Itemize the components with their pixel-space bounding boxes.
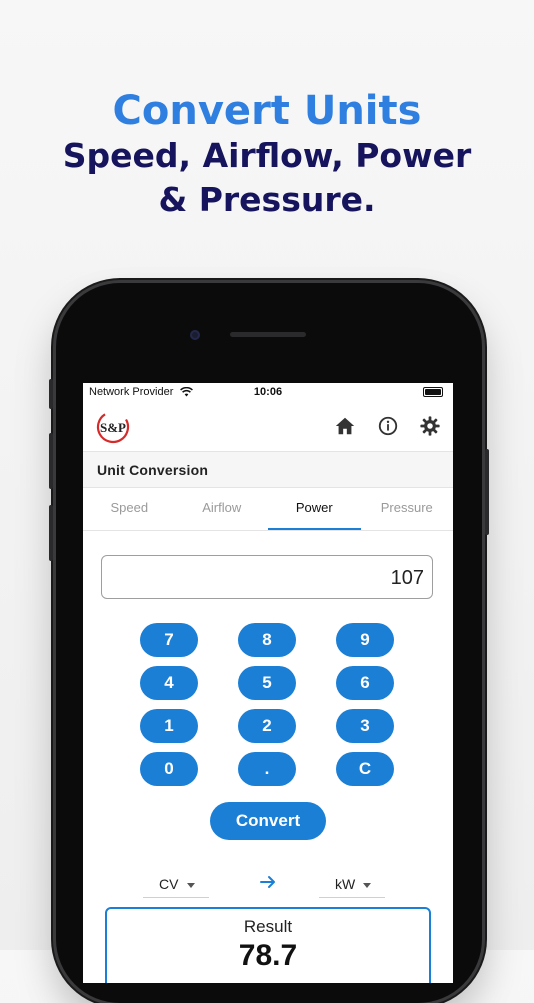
- front-camera: [190, 330, 200, 340]
- marketing-headline: Convert Units Speed, Airflow, Power & Pr…: [0, 88, 534, 222]
- key-decimal[interactable]: .: [238, 752, 296, 786]
- clock: 10:06: [253, 386, 283, 398]
- section-title: Unit Conversion: [97, 462, 209, 478]
- key-4[interactable]: 4: [140, 666, 198, 700]
- result-value: 78.7: [238, 939, 298, 972]
- app-screen: Network Provider 10:06 S&P Unit Conversi…: [83, 383, 453, 983]
- battery-icon: [423, 387, 443, 397]
- caret-down-icon: [187, 883, 195, 888]
- phone-frame: Network Provider 10:06 S&P Unit Conversi…: [49, 283, 489, 1003]
- tab-speed[interactable]: Speed: [83, 488, 176, 530]
- from-unit-select[interactable]: CV: [143, 873, 209, 898]
- key-7[interactable]: 7: [140, 623, 198, 657]
- unit-type-tabs: Speed Airflow Power Pressure: [83, 488, 453, 531]
- to-unit-value: kW: [335, 876, 356, 892]
- tab-airflow[interactable]: Airflow: [176, 488, 269, 530]
- tab-power[interactable]: Power: [268, 488, 361, 530]
- info-icon[interactable]: [377, 415, 399, 437]
- sp-logo: S&P: [96, 410, 130, 444]
- volume-down-button: [49, 505, 53, 561]
- home-icon[interactable]: [334, 415, 356, 437]
- power-button: [485, 449, 489, 535]
- key-6[interactable]: 6: [336, 666, 394, 700]
- result-label: Result: [243, 917, 293, 936]
- result-box: Result 78.7: [105, 907, 431, 983]
- key-1[interactable]: 1: [140, 709, 198, 743]
- headline-line-1: Convert Units: [112, 88, 422, 134]
- to-unit-select[interactable]: kW: [319, 873, 385, 898]
- value-input[interactable]: 107: [101, 555, 433, 599]
- caret-down-icon: [363, 883, 371, 888]
- key-9[interactable]: 9: [336, 623, 394, 657]
- mute-switch: [49, 379, 53, 409]
- volume-up-button: [49, 433, 53, 489]
- key-0[interactable]: 0: [140, 752, 198, 786]
- section-title-bar: Unit Conversion: [83, 452, 453, 488]
- key-2[interactable]: 2: [238, 709, 296, 743]
- tab-pressure[interactable]: Pressure: [361, 488, 454, 530]
- key-5[interactable]: 5: [238, 666, 296, 700]
- convert-button[interactable]: Convert: [210, 802, 326, 840]
- svg-text:S&P: S&P: [100, 420, 126, 435]
- key-3[interactable]: 3: [336, 709, 394, 743]
- arrow-right-icon: [260, 876, 275, 888]
- key-clear[interactable]: C: [336, 752, 394, 786]
- from-unit-value: CV: [159, 876, 179, 892]
- key-8[interactable]: 8: [238, 623, 296, 657]
- app-header: S&P: [83, 401, 453, 452]
- gear-icon[interactable]: [419, 415, 441, 437]
- earpiece-speaker: [230, 332, 306, 337]
- headline-line-2: Speed, Airflow, Power: [62, 136, 472, 175]
- headline-line-3: & Pressure.: [158, 180, 376, 219]
- status-bar: Network Provider 10:06: [83, 383, 453, 401]
